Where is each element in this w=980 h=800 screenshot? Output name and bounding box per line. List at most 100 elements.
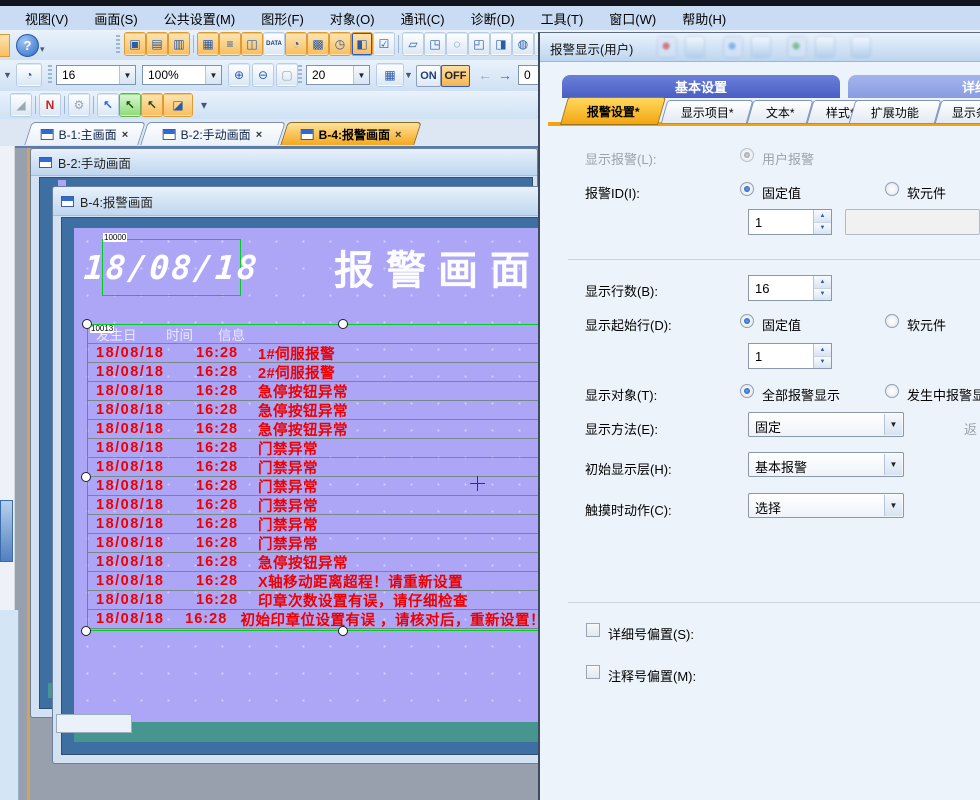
menu-item[interactable]: 帮助(H) [669, 7, 739, 30]
more-chevron-icon[interactable]: ▾ [194, 94, 214, 116]
window-call-icon[interactable]: ◳ [425, 33, 445, 55]
detail-offset-checkbox[interactable] [586, 623, 600, 637]
selection-handle[interactable] [81, 472, 91, 482]
tab-b2-manual-screen[interactable]: B-2:手动画面 × [140, 122, 285, 145]
selection-handle[interactable] [338, 626, 348, 636]
web-upload-icon[interactable]: ◍ [513, 33, 533, 55]
b2-title-bar[interactable]: B-2:手动画面 [31, 149, 537, 176]
display-method-dropdown[interactable]: 固定▼ [748, 412, 904, 437]
zoom-combo[interactable]: 100%▼ [142, 65, 222, 85]
verify-doc-icon[interactable]: ☑ [374, 33, 394, 55]
initial-layer-dropdown[interactable]: 基本报警▼ [748, 452, 904, 477]
alarm-id-fixed-radio[interactable] [740, 182, 754, 196]
screen-title-text[interactable]: 报警画面 [334, 238, 542, 296]
toolbar-separator[interactable] [64, 96, 65, 114]
tab-b1-main-screen[interactable]: B-1:主画面 × [24, 122, 145, 145]
alarm-id-device-field[interactable] [845, 209, 980, 235]
start-row-fixed-radio[interactable] [740, 314, 754, 328]
menu-item[interactable]: 工具(T) [528, 7, 597, 30]
toolbar-separator[interactable] [93, 96, 94, 114]
data-search-icon[interactable]: ◔ [286, 33, 306, 55]
toolbar-separator[interactable] [35, 96, 36, 114]
menu-item[interactable]: 窗口(W) [596, 7, 669, 30]
start-row-spinner[interactable]: 1 ▲▼ [748, 343, 832, 369]
target-all-radio[interactable] [740, 384, 754, 398]
toolbar-separator[interactable] [398, 35, 399, 53]
close-tab-icon[interactable]: × [395, 128, 401, 140]
tab-text[interactable]: 文本* [747, 100, 814, 124]
alarm-id-spinner[interactable]: 1 ▲▼ [748, 209, 832, 235]
target-active-radio[interactable] [885, 384, 899, 398]
screen-preview-icon[interactable]: ◪ [164, 94, 192, 116]
dashed-frame-icon[interactable]: ◌ [447, 33, 467, 55]
spinner-buttons[interactable]: ▲▼ [813, 210, 831, 234]
data-grid-icon[interactable]: DATA [264, 33, 284, 55]
parts-library-icon[interactable]: ◫ [242, 33, 262, 55]
comment-offset-checkbox[interactable] [586, 665, 600, 679]
tab-b4-alarm-screen[interactable]: B-4:报警画面 × [280, 122, 421, 145]
screen-info-icon[interactable]: ▦ [198, 33, 218, 55]
close-tab-icon[interactable]: × [122, 128, 128, 140]
touch-action-dropdown[interactable]: 选择▼ [748, 493, 904, 518]
spinner-buttons[interactable]: ▲▼ [813, 344, 831, 368]
back-arrow-icon[interactable]: ← [478, 67, 492, 83]
data-table-icon[interactable]: ▩ [308, 33, 328, 55]
tab-alarm-settings[interactable]: 报警设置* [560, 97, 666, 125]
tab-display-condition[interactable]: 显示条件 [935, 100, 980, 124]
menu-item[interactable]: 对象(O) [317, 7, 388, 30]
select-figure-icon[interactable]: ↖ [142, 94, 162, 116]
device-on-button[interactable]: ON [416, 65, 441, 87]
toolbar-separator[interactable] [193, 35, 194, 53]
toolbar-overflow-icon[interactable]: ▾ [40, 44, 45, 55]
forward-arrow-icon[interactable]: → [498, 67, 512, 83]
select-object-icon[interactable]: ↖ [120, 94, 140, 116]
toolbar-grip[interactable] [298, 65, 302, 85]
dropdown-caret-icon[interactable]: ▼ [3, 70, 12, 80]
menu-item[interactable]: 诊断(D) [458, 7, 528, 30]
copy-screen-icon[interactable]: ▣ [125, 33, 145, 55]
dialog-title-bar[interactable]: 报警显示(用户) [540, 33, 980, 62]
selection-handle[interactable] [338, 319, 348, 329]
menu-item[interactable]: 通讯(C) [388, 7, 458, 30]
screen-property-icon[interactable]: ▥ [169, 33, 189, 55]
toolbar-grip[interactable] [116, 35, 120, 55]
menu-item[interactable]: 视图(V) [12, 7, 81, 30]
menu-item[interactable]: 画面(S) [81, 7, 150, 30]
date-display-object[interactable]: 10000 18/08/18 [102, 239, 241, 296]
user-alarm-radio[interactable] [740, 148, 754, 162]
b4-title-bar[interactable]: B-4:报警画面 [53, 187, 543, 216]
window-overlap-icon[interactable]: ▱ [403, 33, 423, 55]
menu-item[interactable]: 图形(F) [248, 7, 317, 30]
shape-tool-icon[interactable]: ◢ [11, 94, 31, 116]
settings-wrench-icon[interactable]: ⚙ [69, 94, 89, 116]
screen-back-icon[interactable]: ◧ [352, 33, 372, 55]
close-tab-icon[interactable]: × [256, 128, 262, 140]
display-rows-spinner[interactable]: 16 ▲▼ [748, 275, 832, 301]
comment-list-icon[interactable]: ≡ [220, 33, 240, 55]
start-row-device-radio[interactable] [885, 314, 899, 328]
tab-extended-function[interactable]: 扩展功能 [849, 100, 942, 124]
selection-handle[interactable] [82, 319, 92, 329]
selection-handle[interactable] [81, 626, 91, 636]
zoom-out-icon[interactable]: ⊖ [253, 64, 273, 86]
help-icon[interactable]: ? [16, 34, 39, 57]
floppy-stack-icon[interactable]: ◨ [491, 33, 511, 55]
tab-display-items[interactable]: 显示项目* [661, 100, 754, 124]
menu-item[interactable]: 公共设置(M) [151, 7, 249, 30]
paste-screen-icon[interactable]: ▤ [147, 33, 167, 55]
select-arrow-icon[interactable]: ↖ [98, 94, 118, 116]
screen-number-combo[interactable]: 20▼ [306, 65, 370, 85]
onscreen-keyboard-icon[interactable]: ▦ [377, 64, 403, 86]
spinner-buttons[interactable]: ▲▼ [813, 276, 831, 300]
data-history-icon[interactable]: ◷ [330, 33, 350, 55]
vertex-edit-icon[interactable]: N [40, 94, 60, 116]
toolbar-grip[interactable] [48, 65, 52, 85]
font-size-combo[interactable]: 16▼ [56, 65, 136, 85]
alarm-screen-canvas[interactable]: 10000 18/08/18 报警画面 10013 发生日 时间 信息 18/0… [74, 228, 540, 722]
capture-icon[interactable]: ◰ [469, 33, 489, 55]
alarm-id-device-radio[interactable] [885, 182, 899, 196]
zoom-in-icon[interactable]: ⊕ [229, 64, 249, 86]
fit-screen-icon[interactable]: ▢ [277, 64, 297, 86]
dropdown-caret-icon[interactable]: ▼ [404, 70, 413, 80]
device-off-button[interactable]: OFF [441, 65, 470, 87]
